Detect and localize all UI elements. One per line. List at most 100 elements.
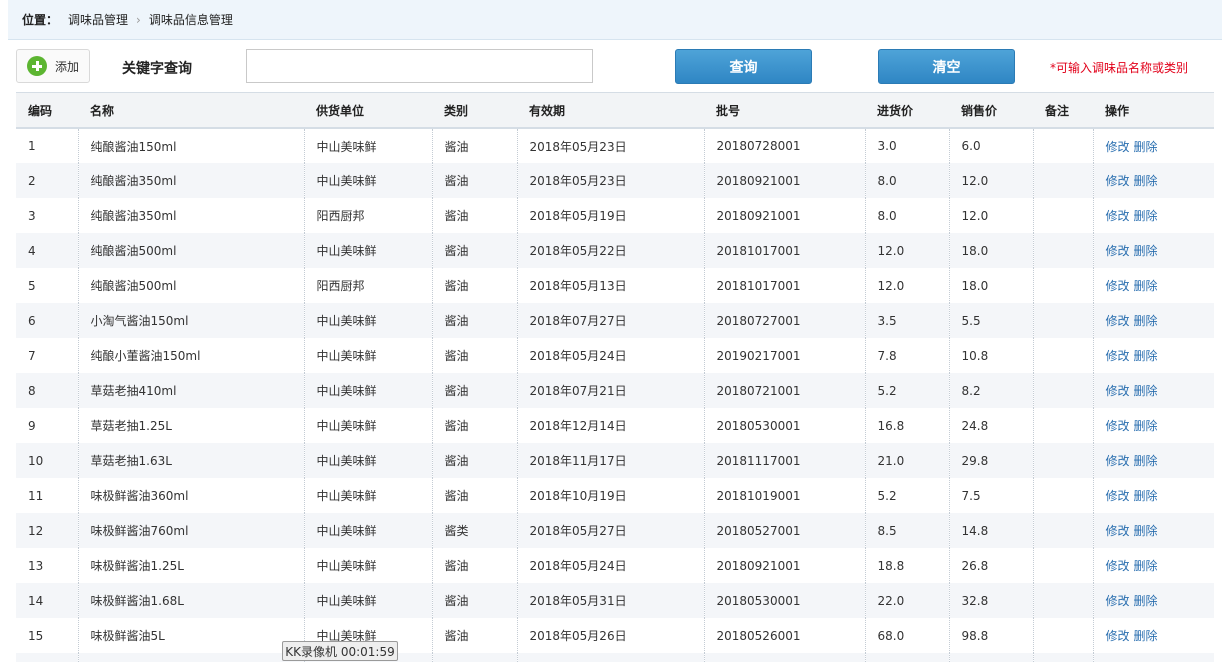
cell-category: 酱油	[431, 233, 517, 268]
column-header-category: 类别	[432, 93, 517, 129]
column-header-id: 编码	[16, 93, 78, 129]
cell-batch: 20181117001	[703, 443, 865, 478]
cell-expiry: 2018年10月19日	[516, 478, 704, 513]
cell-expiry: 2018年07月21日	[516, 373, 704, 408]
cell-cost: 5.2	[864, 373, 949, 408]
cell-price: 18.0	[948, 233, 1033, 268]
delete-link[interactable]: 删除	[1134, 279, 1158, 293]
cell-category: 酱油	[431, 548, 517, 583]
cell-cost: 21.0	[864, 443, 949, 478]
cell-supplier: 中山美味鲜	[303, 408, 432, 443]
cell-actions: 修改 删除	[1092, 373, 1214, 408]
column-header-cost: 进货价	[865, 93, 949, 129]
edit-link[interactable]: 修改	[1106, 489, 1130, 503]
table-row: 4 纯酿酱油500ml 中山美味鲜 酱油 2018年05月22日 20181017001 1…	[16, 233, 1214, 268]
cell-actions: 修改 删除	[1092, 478, 1214, 513]
cell-category: 酱油	[431, 408, 517, 443]
cell-price: 29.8	[948, 443, 1033, 478]
cell-cost: 7.8	[864, 338, 949, 373]
query-button[interactable]: 查询	[675, 49, 812, 84]
edit-link[interactable]: 修改	[1106, 349, 1130, 363]
delete-link[interactable]: 删除	[1134, 629, 1158, 643]
edit-link[interactable]: 修改	[1106, 524, 1130, 538]
cell-supplier: 中山美味鲜	[303, 233, 432, 268]
edit-link[interactable]: 修改	[1106, 244, 1130, 258]
clear-button[interactable]: 清空	[878, 49, 1015, 84]
cell-batch: 20180921001	[703, 548, 865, 583]
cell-expiry: 2018年05月13日	[516, 268, 704, 303]
delete-link[interactable]: 删除	[1134, 419, 1158, 433]
cell-supplier: 中山美味鲜	[303, 513, 432, 548]
delete-link[interactable]: 删除	[1134, 174, 1158, 188]
cell-category: 酱油	[431, 198, 517, 233]
cell-expiry: 2018年05月24日	[516, 338, 704, 373]
cell-note	[1032, 303, 1093, 338]
delete-link[interactable]: 删除	[1134, 140, 1158, 154]
cell-supplier: 阳西厨邦	[303, 198, 432, 233]
table-row: 13 味极鲜酱油1.25L 中山美味鲜 酱油 2018年05月24日 2018092100…	[16, 548, 1214, 583]
cell-id: 15	[28, 628, 44, 643]
cell-id: 4	[28, 243, 36, 258]
edit-link[interactable]: 修改	[1106, 629, 1130, 643]
cell-supplier: 中山美味鲜	[303, 373, 432, 408]
seasoning-table: 编码 名称 供货单位 类别 有效期 批号 进货价 销售价 备注 操作 1 纯酿酱油…	[16, 92, 1214, 662]
delete-link[interactable]: 删除	[1134, 524, 1158, 538]
table-row: 1 纯酿酱油150ml 中山美味鲜 酱油 2018年05月23日 20180728001 3…	[16, 128, 1214, 163]
edit-link[interactable]: 修改	[1106, 174, 1130, 188]
edit-link[interactable]: 修改	[1106, 279, 1130, 293]
edit-link[interactable]: 修改	[1106, 454, 1130, 468]
table-row: 3 纯酿酱油350ml 阳西厨邦 酱油 2018年05月19日 20180921001 8.…	[16, 198, 1214, 233]
edit-link[interactable]: 修改	[1106, 559, 1130, 573]
cell-note	[1032, 548, 1093, 583]
cell-category: 酱油	[431, 583, 517, 618]
edit-link[interactable]: 修改	[1106, 384, 1130, 398]
keyword-search-input[interactable]	[246, 49, 593, 83]
delete-link[interactable]: 删除	[1134, 209, 1158, 223]
cell-note	[1032, 478, 1093, 513]
cell-cost: 16.8	[864, 408, 949, 443]
cell-name: 味极鲜酱油1.68L	[77, 583, 304, 618]
cell-category: 酱油	[431, 478, 517, 513]
cell-expiry: 2018年05月23日	[516, 128, 704, 163]
cell-supplier: 中山美味鲜	[303, 478, 432, 513]
edit-link[interactable]: 修改	[1106, 140, 1130, 154]
cell-actions: 修改 删除	[1092, 443, 1214, 478]
delete-link[interactable]: 删除	[1134, 384, 1158, 398]
cell-expiry: 2018年12月14日	[516, 408, 704, 443]
delete-link[interactable]: 删除	[1134, 559, 1158, 573]
column-header-actions: 操作	[1093, 93, 1214, 129]
cell-id: 12	[28, 523, 44, 538]
breadcrumb-label: 位置：	[22, 13, 59, 27]
cell-actions: 修改 删除	[1092, 338, 1214, 373]
cell-price: 7.5	[948, 478, 1033, 513]
cell-name: 纯酿小董酱油150ml	[77, 338, 304, 373]
cell-supplier: 中山美味鲜	[303, 303, 432, 338]
delete-link[interactable]: 删除	[1134, 594, 1158, 608]
table-row: 9 草菇老抽1.25L 中山美味鲜 酱油 2018年12月14日 20180530001 1…	[16, 408, 1214, 443]
cell-note	[1032, 338, 1093, 373]
cell-price: 24.8	[948, 408, 1033, 443]
delete-link[interactable]: 删除	[1134, 489, 1158, 503]
delete-link[interactable]: 删除	[1134, 349, 1158, 363]
delete-link[interactable]: 删除	[1134, 314, 1158, 328]
cell-category: 酱油	[431, 373, 517, 408]
edit-link[interactable]: 修改	[1106, 594, 1130, 608]
cell-id: 13	[28, 558, 44, 573]
cell-batch: 20180721001	[703, 373, 865, 408]
cell-name: 纯酿酱油150ml	[77, 128, 304, 163]
edit-link[interactable]: 修改	[1106, 314, 1130, 328]
cell-expiry: 2018年05月22日	[516, 233, 704, 268]
cell-id: 11	[28, 488, 44, 503]
add-button[interactable]: 添加	[16, 49, 90, 83]
table-header-row: 编码 名称 供货单位 类别 有效期 批号 进货价 销售价 备注 操作	[16, 93, 1214, 129]
delete-link[interactable]: 删除	[1134, 244, 1158, 258]
breadcrumb-item-seasoning-management[interactable]: 调味品管理	[68, 11, 128, 28]
delete-link[interactable]: 删除	[1134, 454, 1158, 468]
cell-category: 酱油	[431, 303, 517, 338]
cell-note	[1032, 373, 1093, 408]
edit-link[interactable]: 修改	[1106, 209, 1130, 223]
cell-cost: 5.2	[864, 478, 949, 513]
edit-link[interactable]: 修改	[1106, 419, 1130, 433]
cell-category: 酱类	[431, 513, 517, 548]
recorder-overlay: KK录像机 00:01:59	[282, 641, 398, 661]
